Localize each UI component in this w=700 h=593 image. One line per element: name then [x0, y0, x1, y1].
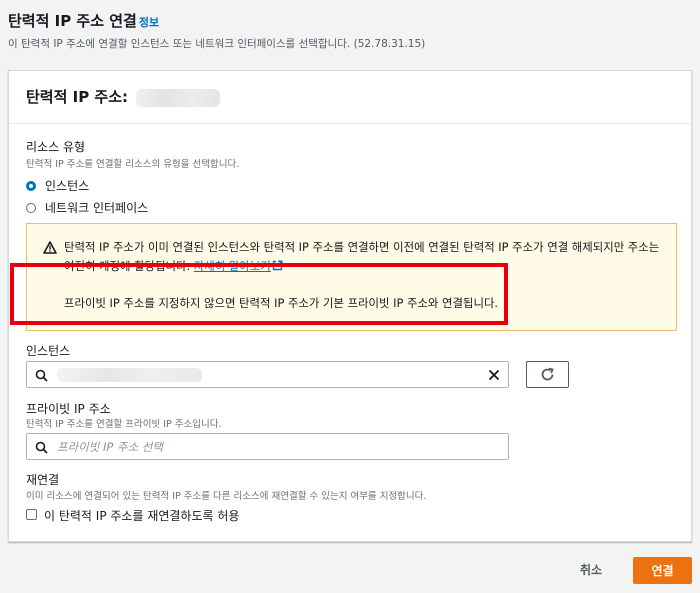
- panel-title: 탄력적 IP 주소:: [26, 86, 221, 107]
- instance-highlight-box: [10, 263, 508, 325]
- page-title: 탄력적 IP 주소 연결 정보: [8, 10, 159, 31]
- refresh-icon: [541, 367, 554, 381]
- cancel-button[interactable]: 취소: [580, 561, 602, 578]
- private-ip-input[interactable]: 프라이빗 IP 주소 선택: [26, 433, 509, 460]
- private-ip-description: 탄력적 IP 주소를 연결할 프라이빗 IP 주소입니다.: [26, 419, 222, 430]
- panel-title-text: 탄력적 IP 주소:: [26, 88, 129, 106]
- radio-button[interactable]: [26, 202, 36, 213]
- panel-header: 탄력적 IP 주소:: [9, 71, 691, 124]
- resource-type-label: 리소스 유형: [26, 140, 86, 154]
- reassociate-label: 재연결: [26, 473, 60, 487]
- redacted-instance-value: [57, 368, 202, 382]
- resource-type-description: 탄력적 IP 주소를 연결할 리소스의 유형을 선택합니다.: [26, 159, 240, 170]
- connect-button[interactable]: 연결: [633, 557, 692, 584]
- radio-button-selected[interactable]: [26, 180, 36, 191]
- search-icon: [35, 369, 48, 382]
- radio-instance[interactable]: 인스턴스: [26, 177, 89, 194]
- instance-label: 인스턴스: [26, 344, 71, 358]
- clear-icon[interactable]: [488, 369, 500, 381]
- refresh-button[interactable]: [526, 361, 569, 388]
- warning-icon: [43, 241, 57, 254]
- page-description: 이 탄력적 IP 주소에 연결할 인스턴스 또는 네트워크 인터페이스를 선택합…: [8, 38, 426, 50]
- instance-search-input[interactable]: [26, 361, 509, 388]
- private-ip-placeholder: 프라이빗 IP 주소 선택: [57, 440, 163, 454]
- radio-instance-label: 인스턴스: [45, 179, 90, 193]
- redacted-ip: [136, 88, 221, 107]
- reassociate-description: 이미 리소스에 연결되어 있는 탄력적 IP 주소를 다른 리소스에 재연결할 …: [26, 491, 427, 502]
- search-icon: [35, 441, 48, 454]
- reassociate-checkbox[interactable]: [26, 509, 37, 520]
- info-link[interactable]: 정보: [139, 16, 159, 29]
- private-ip-label: 프라이빗 IP 주소: [26, 402, 111, 416]
- radio-network-interface[interactable]: 네트워크 인터페이스: [26, 199, 148, 216]
- radio-network-interface-label: 네트워크 인터페이스: [45, 201, 149, 215]
- reassociate-checkbox-label[interactable]: 이 탄력적 IP 주소를 재연결하도록 허용: [44, 507, 239, 524]
- page-title-text: 탄력적 IP 주소 연결: [8, 12, 137, 30]
